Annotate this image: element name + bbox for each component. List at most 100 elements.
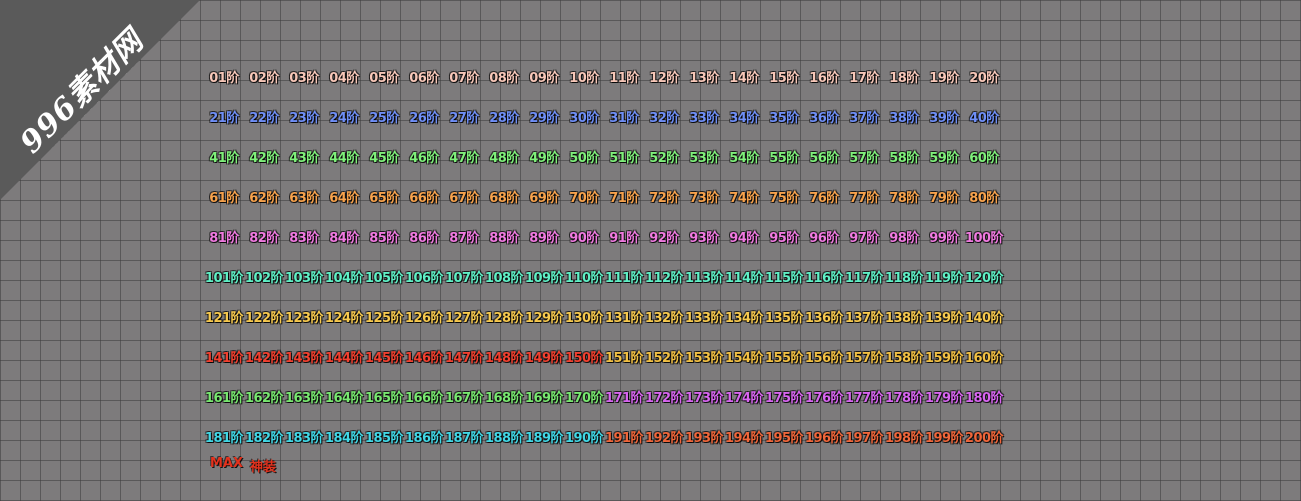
watermark-corner: 996素材网 WWW.996n2.COM bbox=[0, 0, 200, 200]
level-label: 47阶 bbox=[449, 150, 479, 166]
level-label: 83阶 bbox=[289, 230, 319, 246]
level-label: 56阶 bbox=[809, 150, 839, 166]
level-label: 105阶 bbox=[364, 270, 404, 286]
level-label: 120阶 bbox=[964, 270, 1004, 286]
level-label: 50阶 bbox=[569, 150, 599, 166]
level-label: 156阶 bbox=[804, 350, 844, 366]
level-label: 16阶 bbox=[809, 70, 839, 86]
level-label: 172阶 bbox=[644, 390, 684, 406]
level-label: 77阶 bbox=[849, 190, 879, 206]
level-label: 144阶 bbox=[324, 350, 364, 366]
level-label: 39阶 bbox=[929, 110, 959, 126]
level-label: 36阶 bbox=[809, 110, 839, 126]
level-label: 01阶 bbox=[209, 70, 239, 86]
level-label: 51阶 bbox=[609, 150, 639, 166]
level-label: 160阶 bbox=[964, 350, 1004, 366]
level-label: 143阶 bbox=[284, 350, 324, 366]
level-label: 75阶 bbox=[769, 190, 799, 206]
level-label: 84阶 bbox=[329, 230, 359, 246]
level-label: 99阶 bbox=[929, 230, 959, 246]
level-label: 175阶 bbox=[764, 390, 804, 406]
level-label: 194阶 bbox=[724, 430, 764, 446]
level-label: 177阶 bbox=[844, 390, 884, 406]
level-label: 141阶 bbox=[204, 350, 244, 366]
level-label: 60阶 bbox=[969, 150, 999, 166]
level-label: 158阶 bbox=[884, 350, 924, 366]
level-label: 153阶 bbox=[684, 350, 724, 366]
level-label: 127阶 bbox=[444, 310, 484, 326]
level-label: 10阶 bbox=[569, 70, 599, 86]
level-label: 106阶 bbox=[404, 270, 444, 286]
level-label: 03阶 bbox=[289, 70, 319, 86]
level-label: 58阶 bbox=[889, 150, 919, 166]
level-label: 80阶 bbox=[969, 190, 999, 206]
level-label: 45阶 bbox=[369, 150, 399, 166]
level-label: 65阶 bbox=[369, 190, 399, 206]
level-label: 159阶 bbox=[924, 350, 964, 366]
level-label: 149阶 bbox=[524, 350, 564, 366]
level-label: 126阶 bbox=[404, 310, 444, 326]
level-label: 20阶 bbox=[969, 70, 999, 86]
level-label: 22阶 bbox=[249, 110, 279, 126]
level-label: 162阶 bbox=[244, 390, 284, 406]
level-label: 82阶 bbox=[249, 230, 279, 246]
level-label: 44阶 bbox=[329, 150, 359, 166]
level-label: 61阶 bbox=[209, 190, 239, 206]
level-label: 157阶 bbox=[844, 350, 884, 366]
level-label: 27阶 bbox=[449, 110, 479, 126]
max-label: MAX bbox=[210, 456, 244, 471]
level-label: 122阶 bbox=[244, 310, 284, 326]
level-label: 18阶 bbox=[889, 70, 919, 86]
level-label: 91阶 bbox=[609, 230, 639, 246]
level-label: 142阶 bbox=[244, 350, 284, 366]
level-label: 28阶 bbox=[489, 110, 519, 126]
level-label: 17阶 bbox=[849, 70, 879, 86]
level-label: 113阶 bbox=[684, 270, 724, 286]
level-label: 167阶 bbox=[444, 390, 484, 406]
level-label: 14阶 bbox=[729, 70, 759, 86]
level-label: 97阶 bbox=[849, 230, 879, 246]
level-label: 133阶 bbox=[684, 310, 724, 326]
level-label: 70阶 bbox=[569, 190, 599, 206]
level-label: 67阶 bbox=[449, 190, 479, 206]
level-label: 164阶 bbox=[324, 390, 364, 406]
level-label: 52阶 bbox=[649, 150, 679, 166]
level-label: 183阶 bbox=[284, 430, 324, 446]
level-label: 13阶 bbox=[689, 70, 719, 86]
level-label: 135阶 bbox=[764, 310, 804, 326]
level-label: 169阶 bbox=[524, 390, 564, 406]
level-label: 189阶 bbox=[524, 430, 564, 446]
level-label: 11阶 bbox=[609, 70, 639, 86]
level-label: 41阶 bbox=[209, 150, 239, 166]
level-label: 54阶 bbox=[729, 150, 759, 166]
level-label: 31阶 bbox=[609, 110, 639, 126]
level-label: 23阶 bbox=[289, 110, 319, 126]
level-label: 185阶 bbox=[364, 430, 404, 446]
level-label: 108阶 bbox=[484, 270, 524, 286]
level-label: 136阶 bbox=[804, 310, 844, 326]
level-label: 06阶 bbox=[409, 70, 439, 86]
level-label: 180阶 bbox=[964, 390, 1004, 406]
level-label: 71阶 bbox=[609, 190, 639, 206]
level-label: 188阶 bbox=[484, 430, 524, 446]
level-label: 12阶 bbox=[649, 70, 679, 86]
level-label: 100阶 bbox=[964, 230, 1004, 246]
level-label: 190阶 bbox=[564, 430, 604, 446]
level-label: 98阶 bbox=[889, 230, 919, 246]
level-label: 42阶 bbox=[249, 150, 279, 166]
level-label: 123阶 bbox=[284, 310, 324, 326]
level-label: 26阶 bbox=[409, 110, 439, 126]
level-label: 168阶 bbox=[484, 390, 524, 406]
level-label: 02阶 bbox=[249, 70, 279, 86]
level-label: 05阶 bbox=[369, 70, 399, 86]
level-label: 186阶 bbox=[404, 430, 444, 446]
level-label: 199阶 bbox=[924, 430, 964, 446]
level-label: 152阶 bbox=[644, 350, 684, 366]
level-label: 95阶 bbox=[769, 230, 799, 246]
level-label: 37阶 bbox=[849, 110, 879, 126]
level-label: 34阶 bbox=[729, 110, 759, 126]
level-label: 15阶 bbox=[769, 70, 799, 86]
level-label: 111阶 bbox=[604, 270, 644, 286]
watermark-title: 996素材网 bbox=[13, 23, 151, 161]
level-label: 49阶 bbox=[529, 150, 559, 166]
